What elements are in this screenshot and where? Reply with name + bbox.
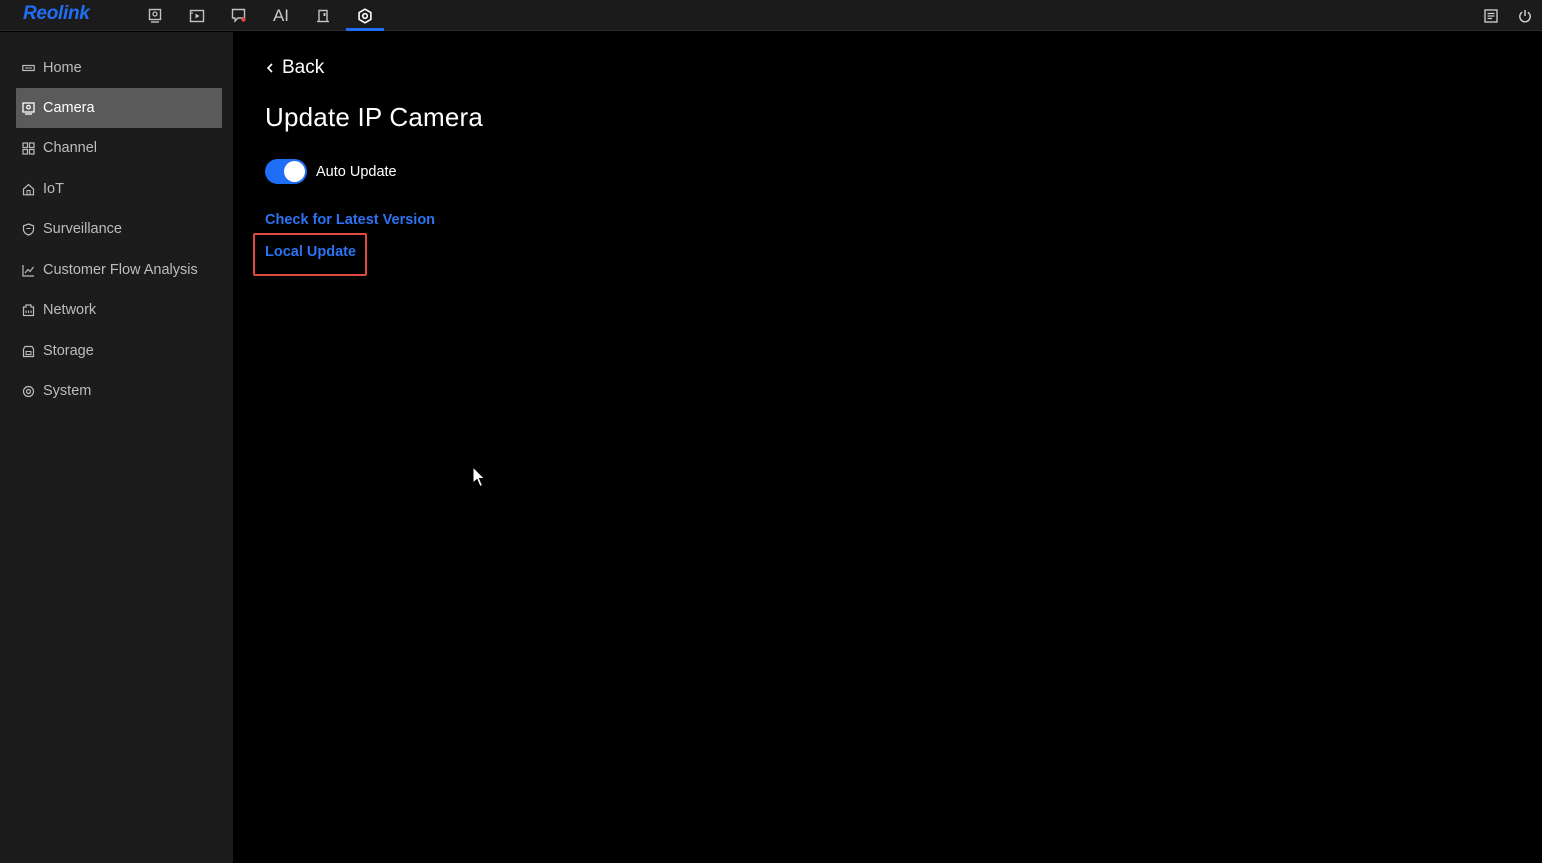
auto-update-toggle[interactable] (265, 159, 307, 184)
tab-ai[interactable]: AI (260, 0, 302, 31)
sidebar-item-label: Customer Flow Analysis (43, 262, 198, 278)
sidebar-item-home[interactable]: Home (16, 48, 222, 88)
top-right-actions (1474, 0, 1542, 31)
sidebar-item-label: Surveillance (43, 221, 122, 237)
shield-icon (21, 222, 35, 236)
live-view-icon (148, 8, 162, 23)
system-gear-icon (21, 384, 35, 398)
alerts-icon (231, 8, 246, 23)
power-button[interactable] (1508, 0, 1542, 31)
sidebar-item-channel[interactable]: Channel (16, 128, 222, 168)
sidebar-item-network[interactable]: Network (16, 290, 222, 330)
network-icon (21, 303, 35, 317)
devices-icon (317, 9, 329, 23)
auto-update-label: Auto Update (316, 163, 397, 180)
tab-devices[interactable] (302, 0, 344, 31)
sidebar-item-system[interactable]: System (16, 371, 222, 411)
tab-alerts[interactable] (218, 0, 260, 31)
mouse-pointer-icon (472, 466, 486, 488)
iot-house-icon (21, 182, 35, 196)
back-label: Back (282, 57, 325, 78)
auto-update-row: Auto Update (265, 159, 397, 184)
top-nav: AI (134, 0, 386, 31)
sidebar-item-label: Camera (43, 100, 95, 116)
chevron-left-icon (267, 63, 273, 73)
reolink-logo: Reolink (23, 3, 90, 24)
sidebar-item-label: Network (43, 302, 97, 318)
sidebar-item-label: IoT (43, 181, 64, 197)
ai-tab-label: AI (272, 5, 290, 25)
sidebar-item-camera[interactable]: Camera (16, 88, 222, 128)
chart-line-icon (21, 263, 35, 277)
tab-playback[interactable] (176, 0, 218, 31)
top-bar: Reolink AI (0, 0, 1542, 31)
camera-icon (21, 101, 35, 115)
notes-button[interactable] (1474, 0, 1508, 31)
local-update-link[interactable]: Local Update (265, 244, 356, 260)
tab-live-view[interactable] (134, 0, 176, 31)
power-icon (1519, 9, 1531, 22)
channel-grid-icon (21, 141, 35, 155)
sidebar-item-iot[interactable]: IoT (16, 169, 222, 209)
sidebar-item-label: Channel (43, 140, 98, 156)
sidebar-item-label: System (43, 383, 92, 399)
playback-icon (189, 9, 205, 22)
back-button[interactable]: Back (267, 57, 324, 79)
storage-icon (21, 344, 35, 358)
check-latest-version-link[interactable]: Check for Latest Version (265, 212, 435, 228)
notes-icon (1484, 8, 1498, 23)
page-title: Update IP Camera (265, 102, 484, 132)
main-panel: Back Update IP Camera Auto Update Check … (233, 32, 1542, 863)
sidebar-item-customer-flow-analysis[interactable]: Customer Flow Analysis (16, 250, 222, 290)
sidebar-item-label: Home (43, 60, 82, 76)
sidebar-item-label: Storage (43, 343, 94, 359)
tab-settings[interactable] (344, 0, 386, 31)
sidebar-item-storage[interactable]: Storage (16, 331, 222, 371)
toggle-knob (284, 161, 305, 182)
home-icon (21, 61, 35, 75)
sidebar-item-surveillance[interactable]: Surveillance (16, 209, 222, 249)
settings-icon (358, 7, 372, 24)
sidebar: Home Camera Channel IoT Surveillance Cus… (0, 32, 233, 863)
